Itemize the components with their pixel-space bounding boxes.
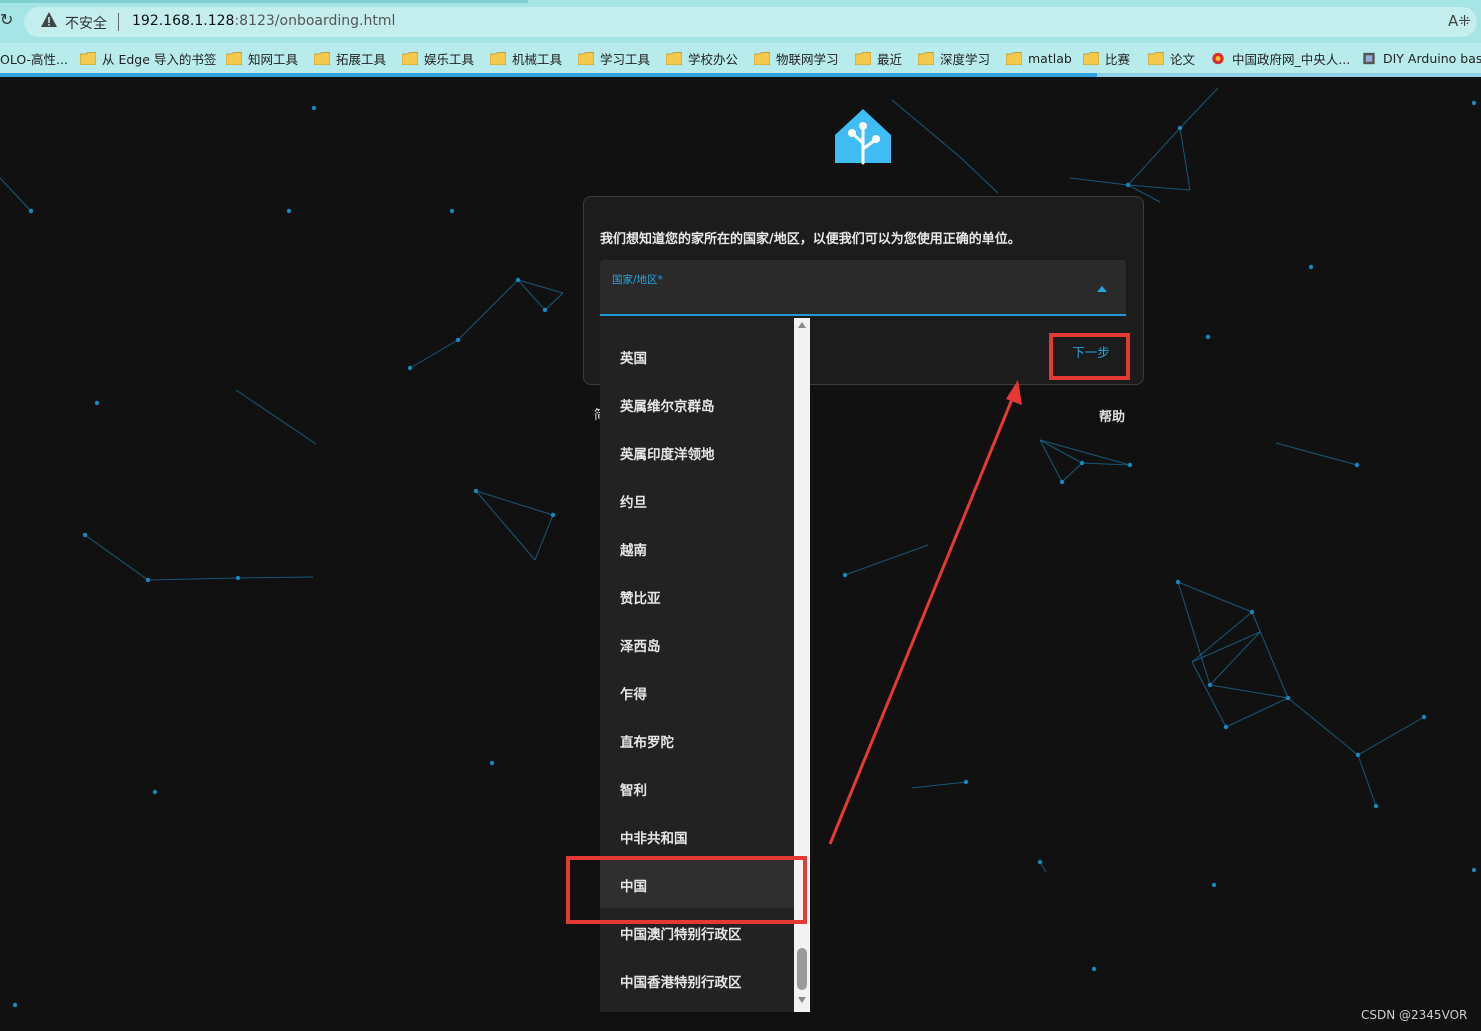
intro-text: 我们想知道您的家所在的国家/地区，以便我们可以为您使用正确的单位。 bbox=[600, 232, 1021, 247]
country-option-label: 乍得 bbox=[620, 687, 647, 703]
bookmark-label: matlab bbox=[1028, 50, 1072, 66]
url-divider bbox=[118, 13, 119, 31]
bookmark-label: 从 Edge 导入的书签 bbox=[102, 51, 217, 67]
bookmark-label: 知网工具 bbox=[248, 51, 299, 67]
security-label[interactable]: 不安全 bbox=[65, 13, 107, 33]
url-text[interactable]: 192.168.1.128:8123/onboarding.html bbox=[132, 13, 395, 29]
bookmark-item[interactable]: 比赛 bbox=[1083, 48, 1130, 68]
folder-icon bbox=[1148, 51, 1164, 65]
refresh-icon[interactable]: ↻ bbox=[0, 10, 13, 29]
emblem-icon bbox=[1212, 52, 1224, 64]
bookmark-label: 物联网学习 bbox=[776, 51, 839, 67]
scroll-up-icon[interactable] bbox=[798, 321, 806, 329]
folder-icon bbox=[1083, 51, 1099, 65]
watermark: CSDN @2345VOR bbox=[1361, 1008, 1468, 1022]
tab-strip bbox=[0, 0, 528, 3]
country-field-label: 国家/地区* bbox=[612, 274, 663, 286]
country-select[interactable] bbox=[600, 260, 1126, 316]
bookmark-label: 比赛 bbox=[1105, 51, 1131, 67]
bookmark-item[interactable]: 学习工具 bbox=[578, 48, 650, 68]
scrollbar-thumb[interactable] bbox=[797, 948, 807, 990]
bookmark-item[interactable]: 物联网学习 bbox=[754, 48, 839, 68]
bookmark-item[interactable]: 深度学习 bbox=[918, 48, 990, 68]
country-option[interactable]: 中国香港特别行政区 bbox=[600, 956, 794, 1004]
country-option-label: 赞比亚 bbox=[620, 591, 661, 607]
bookmark-item[interactable]: matlab bbox=[1006, 48, 1072, 68]
country-option-label: 直布罗陀 bbox=[620, 735, 674, 751]
bookmark-label: 论文 bbox=[1170, 51, 1196, 67]
bookmark-item[interactable]: 中国政府网_中央人... bbox=[1210, 48, 1350, 68]
annotation-box-next bbox=[1049, 333, 1130, 380]
bookmark-label: OLO-高性... bbox=[0, 51, 68, 67]
country-option-label: 泽西岛 bbox=[620, 639, 661, 655]
warning-icon[interactable] bbox=[40, 11, 58, 29]
country-option-label: 中非共和国 bbox=[620, 831, 688, 847]
bookmark-label: 最近 bbox=[877, 51, 903, 67]
home-assistant-logo-icon bbox=[835, 109, 891, 165]
country-option[interactable]: 越南 bbox=[600, 524, 794, 572]
site-icon bbox=[1363, 52, 1375, 64]
bookmark-label: 深度学习 bbox=[940, 51, 991, 67]
bookmark-item[interactable]: 论文 bbox=[1148, 48, 1195, 68]
country-option[interactable]: 赞比亚 bbox=[600, 572, 794, 620]
folder-icon bbox=[226, 51, 242, 65]
bookmark-label: 学习工具 bbox=[600, 51, 651, 67]
bookmark-item[interactable]: 学校办公 bbox=[666, 48, 738, 68]
country-option[interactable]: 泽西岛 bbox=[600, 620, 794, 668]
caret-up-icon[interactable] bbox=[1097, 286, 1107, 292]
bookmark-item[interactable]: 拓展工具 bbox=[314, 48, 386, 68]
folder-icon bbox=[855, 51, 871, 65]
country-option[interactable]: 直布罗陀 bbox=[600, 716, 794, 764]
country-option[interactable]: 乍得 bbox=[600, 668, 794, 716]
annotation-arrow bbox=[828, 380, 1022, 845]
country-option-label: 约旦 bbox=[620, 495, 647, 511]
country-option-label: 英属印度洋领地 bbox=[620, 447, 715, 463]
country-option[interactable]: 英属印度洋领地 bbox=[600, 428, 794, 476]
bookmark-label: DIY Arduino based bbox=[1383, 50, 1481, 66]
folder-icon bbox=[1006, 51, 1022, 65]
annotation-box-china bbox=[566, 856, 807, 924]
bookmark-item[interactable]: 娱乐工具 bbox=[402, 48, 474, 68]
bookmark-item[interactable]: 知网工具 bbox=[226, 48, 298, 68]
country-option[interactable]: 约旦 bbox=[600, 476, 794, 524]
bookmarks-bar: OLO-高性... 从 Edge 导入的书签 知网工具 拓展工具 娱乐工具 机械工具 学习工… bbox=[0, 43, 1481, 73]
folder-icon bbox=[490, 51, 506, 65]
country-option-label: 越南 bbox=[620, 543, 647, 559]
bookmark-item[interactable]: 机械工具 bbox=[490, 48, 562, 68]
url-host: 192.168.1.128 bbox=[132, 13, 235, 29]
url-path: :8123/onboarding.html bbox=[234, 13, 396, 29]
scroll-down-icon[interactable] bbox=[798, 996, 806, 1004]
country-option-label: 英国 bbox=[620, 351, 647, 367]
folder-icon bbox=[80, 51, 96, 65]
folder-icon bbox=[402, 51, 418, 65]
bookmark-label: 学校办公 bbox=[688, 51, 739, 67]
bookmark-label: 拓展工具 bbox=[336, 51, 387, 67]
country-option-label: 英属维尔京群岛 bbox=[620, 399, 715, 415]
folder-icon bbox=[314, 51, 330, 65]
bookmark-label: 中国政府网_中央人... bbox=[1232, 51, 1351, 67]
folder-icon bbox=[578, 51, 594, 65]
country-option-label: 中国香港特别行政区 bbox=[620, 975, 742, 991]
folder-icon bbox=[754, 51, 770, 65]
country-option-label: 智利 bbox=[620, 783, 647, 799]
country-option[interactable]: 英国 bbox=[600, 332, 794, 380]
bookmark-item[interactable]: 从 Edge 导入的书签 bbox=[80, 48, 216, 68]
folder-icon bbox=[918, 51, 934, 65]
help-link[interactable]: 帮助 bbox=[1099, 406, 1125, 425]
bookmark-label: 机械工具 bbox=[512, 51, 563, 67]
country-option-label: 中国澳门特别行政区 bbox=[620, 927, 742, 943]
country-option[interactable]: 智利 bbox=[600, 764, 794, 812]
read-aloud-icon[interactable]: A⁜ bbox=[1448, 12, 1471, 30]
bookmark-label: 娱乐工具 bbox=[424, 51, 475, 67]
bookmark-item[interactable]: OLO-高性... bbox=[0, 48, 68, 68]
folder-icon bbox=[666, 51, 682, 65]
bookmark-item[interactable]: 最近 bbox=[855, 48, 902, 68]
bookmark-item[interactable]: DIY Arduino based bbox=[1361, 48, 1481, 68]
country-option[interactable]: 英属维尔京群岛 bbox=[600, 380, 794, 428]
country-option[interactable]: 中非共和国 bbox=[600, 812, 794, 860]
